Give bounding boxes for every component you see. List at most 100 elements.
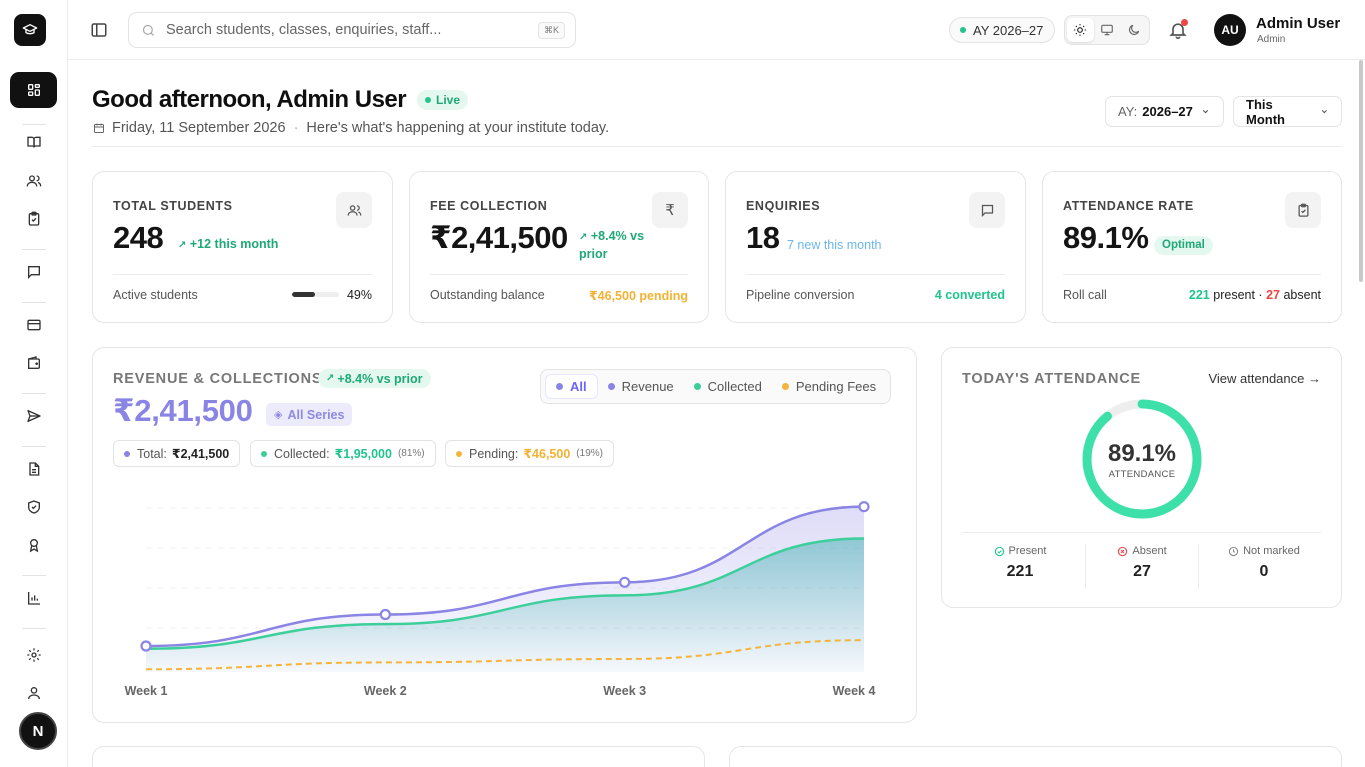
- present-text: present ·: [1213, 288, 1263, 302]
- sidebar-item-wallet[interactable]: [10, 345, 57, 381]
- dark-theme-button[interactable]: [1120, 18, 1147, 42]
- dashboard-app: N ⌘K AY 2026–27 AU Admin User A: [0, 0, 1365, 767]
- absent-label: Absent: [1132, 545, 1167, 557]
- revenue-point[interactable]: [858, 501, 870, 513]
- academic-year-pill[interactable]: AY 2026–27: [949, 17, 1056, 43]
- stat-delta-text: +8.4% vs: [590, 229, 645, 243]
- topbar: ⌘K AY 2026–27 AU Admin User Admin: [68, 0, 1365, 60]
- period-select[interactable]: This Month: [1233, 96, 1342, 127]
- user-name[interactable]: Admin User: [1256, 15, 1340, 32]
- sidebar-item-courses[interactable]: [10, 124, 57, 160]
- sidebar-toggle-icon[interactable]: [90, 21, 108, 39]
- sidebar-item-attendance[interactable]: [10, 201, 57, 237]
- live-label: Live: [436, 93, 461, 107]
- stat-card-enquiries[interactable]: ENQUIRIES 18 7 new this month Pipeline c…: [725, 171, 1026, 323]
- system-theme-button[interactable]: [1094, 18, 1121, 42]
- theme-switcher: [1064, 15, 1150, 45]
- stat-divider: [113, 274, 372, 275]
- sidebar-item-security[interactable]: [10, 489, 57, 525]
- next-badge[interactable]: N: [19, 712, 57, 750]
- date-row: Friday, 11 September 2026 · Here's what'…: [93, 120, 609, 136]
- stat-label: FEE COLLECTION: [430, 199, 548, 213]
- shield-icon: [27, 500, 40, 514]
- trend-up-icon: ↗: [579, 232, 588, 243]
- stat-icon-box: [1285, 192, 1321, 228]
- search-icon: [142, 24, 154, 36]
- sidebar-item-reports[interactable]: [10, 580, 57, 616]
- header-divider: [92, 146, 1342, 147]
- attendance-title: TODAY'S ATTENDANCE: [962, 371, 1141, 387]
- search-bar[interactable]: ⌘K: [128, 12, 576, 48]
- revenue-chart[interactable]: Week 1 Week 2 Week 3 Week 4: [93, 348, 918, 724]
- credit-card-icon: [26, 319, 41, 331]
- current-date: Friday, 11 September 2026: [112, 120, 286, 136]
- stat-value: ₹2,41,500: [430, 220, 568, 255]
- stat-card-attendance[interactable]: ATTENDANCE RATE 89.1% Optimal Roll call …: [1042, 171, 1342, 323]
- sidebar-divider: [22, 393, 46, 394]
- check-circle-icon: [994, 546, 1004, 556]
- x-tick-label: Week 3: [603, 684, 646, 698]
- stat-value: 248: [113, 220, 164, 255]
- user-role: Admin: [1257, 34, 1286, 45]
- x-circle-icon: [1118, 546, 1128, 556]
- sidebar-item-profile[interactable]: [10, 675, 57, 711]
- bar-chart-icon: [27, 592, 40, 605]
- sidebar-item-fees[interactable]: [10, 307, 57, 343]
- sidebar-item-certificates[interactable]: [10, 527, 57, 563]
- stat-card-fees[interactable]: FEE COLLECTION ₹ ₹2,41,500 ↗ +8.4% vs pri…: [409, 171, 709, 323]
- clipboard-check-icon: [1298, 203, 1308, 217]
- message-icon: [981, 204, 993, 217]
- revenue-point[interactable]: [140, 640, 152, 652]
- stat-delta: ↗ +8.4% vs prior: [579, 228, 644, 262]
- sidebar-item-dashboard[interactable]: [10, 72, 57, 108]
- sidebar: N: [0, 0, 68, 767]
- trend-up-icon: ↗: [178, 240, 187, 251]
- attendance-card: TODAY'S ATTENDANCE View attendance → 89.…: [941, 347, 1342, 608]
- stat-icon-box: [969, 192, 1005, 228]
- stat-icon-box: [336, 192, 372, 228]
- chevron-down-icon: [1202, 109, 1209, 114]
- light-theme-button[interactable]: [1067, 18, 1094, 42]
- stat-value: 89.1%: [1063, 220, 1149, 255]
- sidebar-item-documents[interactable]: [10, 451, 57, 487]
- academic-year-select[interactable]: AY: 2026–27: [1105, 96, 1224, 127]
- sun-icon: [1074, 24, 1087, 36]
- revenue-point[interactable]: [379, 608, 391, 621]
- sidebar-divider: [22, 249, 46, 250]
- revenue-point[interactable]: [619, 576, 631, 588]
- stat-foot-value: 49%: [346, 288, 372, 302]
- avatar[interactable]: AU: [1214, 14, 1246, 46]
- present-label: Present: [1008, 545, 1047, 557]
- scrollbar[interactable]: [1359, 60, 1363, 282]
- logo[interactable]: [14, 14, 46, 46]
- gear-icon: [26, 648, 41, 662]
- stat-foot-label: Outstanding balance: [430, 288, 545, 302]
- progress-fill: [292, 292, 316, 297]
- stat-foot-label: Pipeline conversion: [746, 288, 855, 302]
- stat-foot-value: ₹46,500 pending: [588, 289, 688, 303]
- absent-value: 27: [1133, 563, 1151, 580]
- send-icon: [26, 410, 41, 422]
- sidebar-item-settings[interactable]: [10, 637, 57, 673]
- x-tick-label: Week 4: [833, 684, 876, 698]
- ay-select-label: AY:: [1118, 104, 1138, 119]
- stat-card-students[interactable]: TOTAL STUDENTS 248 ↗ +12 this month Acti…: [92, 171, 393, 323]
- bottom-card-left: [92, 746, 705, 767]
- stat-value: 18: [746, 220, 780, 255]
- attendance-sub-label: ATTENDANCE: [1108, 469, 1176, 480]
- view-attendance-link[interactable]: View attendance →: [1208, 371, 1321, 386]
- status-dot: [960, 27, 966, 33]
- present-count: 221: [1188, 288, 1210, 302]
- sidebar-item-enquiries[interactable]: [10, 254, 57, 290]
- attendance-divider: [962, 532, 1321, 533]
- search-input[interactable]: [166, 22, 526, 38]
- absent-text: absent: [1283, 288, 1321, 302]
- calendar-icon: [94, 123, 104, 133]
- stat-divider: [746, 274, 1005, 275]
- sidebar-divider: [22, 446, 46, 447]
- sidebar-item-communications[interactable]: [10, 398, 57, 434]
- present-value: 221: [1006, 563, 1034, 580]
- sidebar-item-students[interactable]: [10, 163, 57, 199]
- wallet-icon: [27, 356, 40, 369]
- chevron-down-icon: [1322, 110, 1328, 114]
